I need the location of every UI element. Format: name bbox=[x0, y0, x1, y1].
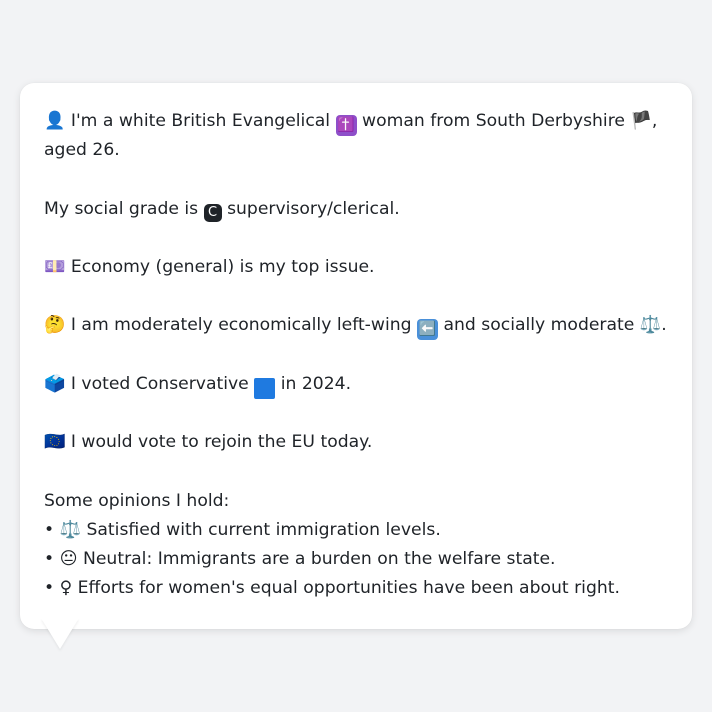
chat-message-bubble: 👤 I'm a white British Evangelical ✝️ wom… bbox=[20, 83, 692, 629]
grade-text-a: My social grade is bbox=[44, 198, 199, 219]
blue-square-icon: 🟦 bbox=[254, 377, 276, 399]
england-flag-icon: 🏴 bbox=[630, 111, 652, 131]
list-item: • 😐 Neutral: Immigrants are a burden on … bbox=[44, 545, 670, 574]
bullet-dot: • bbox=[44, 578, 55, 599]
profile-line-vote-2024: 🗳️ I voted Conservative 🟦 in 2024. bbox=[44, 370, 670, 399]
neutral-face-icon: 😐 bbox=[59, 548, 78, 569]
ideology-text-c: . bbox=[661, 315, 667, 336]
opinions-list: • ⚖️ Satisfied with current immigration … bbox=[44, 516, 670, 604]
list-item: • ⚖️ Satisfied with current immigration … bbox=[44, 516, 670, 545]
bullet-dot: • bbox=[44, 548, 55, 569]
bubble-tail bbox=[41, 618, 79, 649]
opinion-text: Satisfied with current immigration level… bbox=[86, 519, 441, 540]
person-icon: 👤 bbox=[44, 111, 66, 131]
profile-line-eu: 🇪🇺 I would vote to rejoin the EU today. bbox=[44, 428, 670, 457]
eu-text: I would vote to rejoin the EU today. bbox=[70, 432, 373, 453]
bullet-dot: • bbox=[44, 519, 55, 540]
opinion-text: Efforts for women's equal opportunities … bbox=[77, 578, 620, 599]
opinion-text: Neutral: Immigrants are a burden on the … bbox=[83, 548, 556, 569]
cross-icon: ✝️ bbox=[335, 115, 357, 136]
list-item: • ♀ Efforts for women's equal opportunit… bbox=[44, 574, 670, 603]
profile-line-identity: 👤 I'm a white British Evangelical ✝️ wom… bbox=[44, 107, 670, 165]
profile-line-ideology: 🤔 I am moderately economically left-wing… bbox=[44, 311, 670, 341]
identity-text-b: woman from South Derbyshire bbox=[362, 111, 625, 131]
balance-scale-icon: ⚖️ bbox=[59, 519, 82, 540]
vote-text-b: in 2024. bbox=[280, 373, 352, 394]
profile-line-social-grade: My social grade is C supervisory/clerica… bbox=[44, 195, 670, 224]
ideology-text-a: I am moderately economically left-wing bbox=[70, 315, 412, 336]
eu-flag-icon: 🇪🇺 bbox=[44, 432, 66, 453]
identity-text-a: I'm a white British Evangelical bbox=[70, 111, 331, 131]
grade-text-b: supervisory/clerical. bbox=[227, 198, 400, 219]
balance-scale-icon: ⚖️ bbox=[639, 315, 662, 336]
opinions-heading: Some opinions I hold: bbox=[44, 490, 230, 511]
profile-line-top-issue: 💷 Economy (general) is my top issue. bbox=[44, 253, 670, 282]
top-issue-text: Economy (general) is my top issue. bbox=[70, 256, 375, 277]
letter-c-icon: C bbox=[203, 203, 222, 222]
banknote-icon: 💷 bbox=[44, 256, 66, 277]
vote-text-a: I voted Conservative bbox=[70, 373, 249, 394]
ideology-text-b: and socially moderate bbox=[443, 315, 635, 336]
ballot-box-icon: 🗳️ bbox=[44, 373, 66, 394]
thinking-face-icon: 🤔 bbox=[44, 315, 66, 336]
female-sign-icon: ♀ bbox=[59, 578, 73, 599]
left-arrow-icon: ⬅️ bbox=[417, 319, 438, 341]
